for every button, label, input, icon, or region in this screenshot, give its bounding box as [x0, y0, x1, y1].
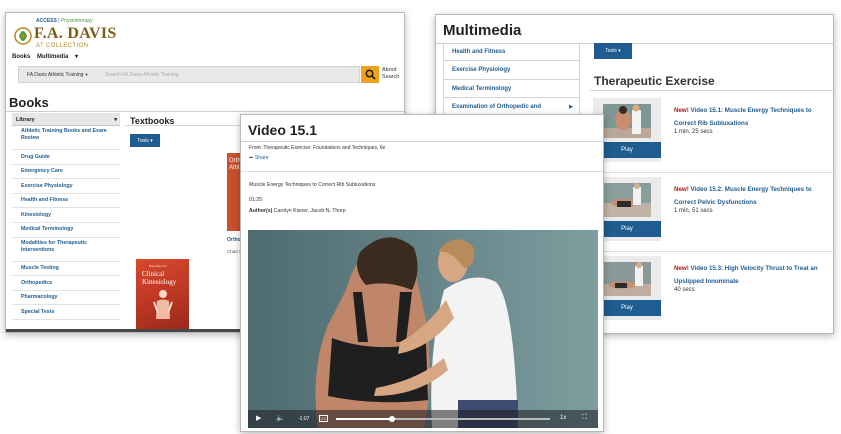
video-description: Muscle Energy Techniques to Correct Rib … [249, 182, 376, 188]
cover-subtitle: Brunnstrom's [149, 264, 167, 268]
seek-bar[interactable] [336, 416, 550, 422]
tools-button[interactable]: Tools ▾ [594, 43, 632, 59]
sidebar-item[interactable]: Health and Fitness [12, 194, 120, 209]
video-player[interactable]: ▶ 🔈 -1:07 CC 1x ⛶ [248, 230, 598, 428]
video-thumbnail-image [603, 183, 651, 217]
share-button[interactable]: ➦ Share [249, 155, 269, 161]
divider [6, 111, 404, 112]
chevron-down-icon: ▾ [114, 117, 117, 123]
video-list-item: Play New! Video 15.3: High Velocity Thru… [593, 256, 833, 326]
search-button[interactable] [361, 66, 379, 83]
library-sidebar: Library ▾ Athletic Training Books and Exa… [12, 113, 120, 320]
sidebar-item[interactable]: Kinesiology [12, 208, 120, 223]
search-scope-dropdown[interactable]: FA Davis Athletic Training [27, 72, 89, 78]
nav-multimedia[interactable]: Multimedia ▾ [37, 54, 78, 60]
video-title-link[interactable]: New! Video 15.2: Muscle Energy Technique… [674, 183, 833, 209]
cover-title: Clinical Kinesiology [142, 270, 177, 286]
video-length: 01:25 [249, 197, 262, 203]
tools-button[interactable]: Tools ▾ [130, 134, 160, 147]
video-frame [248, 230, 598, 428]
play-icon[interactable]: ▶ [256, 414, 261, 422]
brand-access: ACCESS | Physiotherapy [36, 18, 93, 24]
video-thumbnail-image [603, 262, 651, 296]
sidebar-item[interactable]: Medical Terminology [12, 223, 120, 238]
search-icon [364, 69, 376, 80]
sidebar-item[interactable]: Modalities for Therapeutic Interventions [12, 238, 120, 262]
brand-collection: AT COLLECTION [36, 43, 89, 49]
video-title-link[interactable]: New! Video 15.1: Muscle Energy Technique… [674, 104, 833, 130]
sidebar-item[interactable]: Pharmacology [12, 291, 120, 306]
search-bar: FA Davis Athletic Training Search FA Dav… [18, 66, 403, 83]
sidebar-item[interactable]: Exercise Physiology [12, 179, 120, 194]
sidebar-item[interactable]: Special Tests [12, 305, 120, 320]
playback-speed[interactable]: 1x [560, 415, 566, 421]
sidebar-item[interactable]: Athletic Training Books and Exam Review [12, 126, 120, 150]
video-duration: 1 min, 51 secs [674, 208, 713, 214]
nav-books[interactable]: Books [12, 54, 30, 60]
time-remaining: -1:07 [298, 416, 310, 422]
divider [590, 90, 833, 91]
video-list-item: Play New! Video 15.1: Muscle Energy Tech… [593, 98, 833, 173]
library-heading[interactable]: Library ▾ [12, 113, 120, 126]
divider [241, 141, 603, 142]
sidebar-item[interactable]: Health and Fitness [443, 43, 580, 62]
chevron-right-icon: ▶ [569, 104, 573, 111]
divider [593, 172, 833, 173]
video-list-item: Play New! Video 15.2: Muscle Energy Tech… [593, 177, 833, 252]
divider [593, 251, 833, 252]
video-window: Video 15.1 From: Therapeutic Exercise: F… [240, 114, 604, 432]
captions-button[interactable]: CC [319, 415, 328, 422]
video-duration: 1 min, 25 secs [674, 129, 713, 135]
share-icon: ➦ [249, 155, 254, 161]
brand-name: F.A. DAVIS [34, 25, 117, 42]
sidebar-item[interactable]: Drug Guide [12, 150, 120, 165]
multimedia-sidebar: Health and Fitness Exercise Physiology M… [443, 43, 580, 125]
video-source: From: Therapeutic Exercise: Foundations … [249, 145, 386, 151]
sidebar-item[interactable]: Medical Terminology [443, 79, 580, 99]
page-title: Books [9, 95, 49, 110]
search-input[interactable]: FA Davis Athletic Training Search FA Dav… [18, 66, 360, 83]
fa-davis-logo[interactable]: ACCESS | Physiotherapy F.A. DAVIS AT COL… [14, 17, 116, 57]
seek-progress [336, 418, 392, 420]
volume-icon[interactable]: 🔈 [276, 414, 285, 422]
sidebar-item[interactable]: Emergency Care [12, 165, 120, 180]
skeleton-figure-icon [153, 290, 173, 319]
page-title: Multimedia [443, 22, 522, 39]
top-nav: Books Multimedia ▾ [12, 53, 83, 60]
sidebar-item[interactable]: Exercise Physiology [443, 61, 580, 80]
sidebar-item[interactable]: Muscle Testing [12, 262, 120, 277]
sidebar-item[interactable]: Orthopedics [12, 276, 120, 291]
video-authors: Author(s) Carolyn Kisner, Jacob N. Thorp [249, 208, 346, 214]
fullscreen-icon[interactable]: ⛶ [582, 414, 587, 422]
about-search-link[interactable]: About Search [382, 67, 404, 81]
seal-icon [14, 27, 32, 45]
section-title: Therapeutic Exercise [594, 74, 715, 88]
book-cover-clinical-kinesiology[interactable]: Brunnstrom's Clinical Kinesiology [136, 259, 189, 329]
video-duration: 40 secs [674, 287, 695, 293]
search-placeholder: Search FA Davis Athletic Training [105, 72, 179, 78]
divider [241, 171, 603, 172]
video-controls: ▶ 🔈 -1:07 CC 1x ⛶ [248, 410, 598, 428]
video-title: Video 15.1 [248, 122, 318, 138]
video-title-link[interactable]: New! Video 15.3: High Velocity Thrust to… [674, 262, 833, 288]
seek-handle[interactable] [388, 416, 395, 422]
video-thumbnail-image [603, 104, 651, 138]
